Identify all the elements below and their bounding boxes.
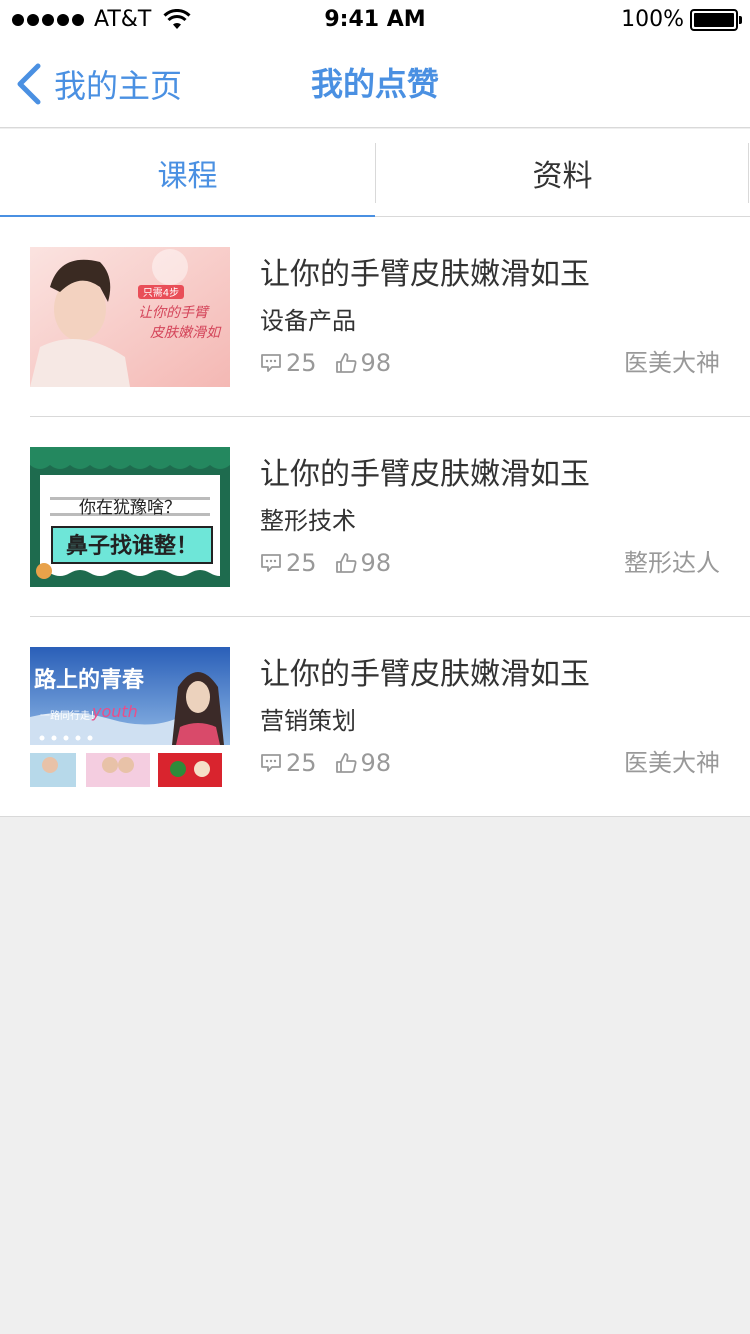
tab-courses[interactable]: 课程 xyxy=(0,129,375,218)
comment-icon xyxy=(261,354,281,372)
status-right: 100% xyxy=(621,7,742,33)
thumbs-up-icon xyxy=(335,553,357,573)
list-item[interactable]: 路上的青春 一路同行走！ youth 让你的手臂皮肤嫩滑如玉 营销策划 25 9… xyxy=(0,617,750,817)
comment-count: 25 xyxy=(260,747,317,779)
list-item[interactable]: 只需4步 让你的手臂 皮肤嫩滑如 让你的手臂皮肤嫩滑如玉 设备产品 25 98 xyxy=(0,217,750,417)
svg-text:鼻子找谁整！: 鼻子找谁整！ xyxy=(66,533,198,559)
tab-divider xyxy=(748,143,749,203)
svg-text:只需4步: 只需4步 xyxy=(143,287,179,299)
item-meta: 25 98 xyxy=(260,747,391,779)
item-author: 医美大神 xyxy=(624,349,720,377)
battery-icon xyxy=(690,9,742,31)
course-thumbnail: 只需4步 让你的手臂 皮肤嫩滑如 xyxy=(30,247,230,387)
tab-divider xyxy=(375,143,376,203)
navigation-bar: 我的主页 我的点赞 xyxy=(0,40,750,128)
comment-count: 25 xyxy=(260,547,317,579)
item-title: 让你的手臂皮肤嫩滑如玉 xyxy=(260,257,590,292)
thumbs-up-icon xyxy=(335,753,357,773)
svg-text:你在犹豫啥？: 你在犹豫啥？ xyxy=(79,498,181,518)
tab-materials[interactable]: 资料 xyxy=(375,129,750,217)
page-title: 我的点赞 xyxy=(310,65,439,103)
comment-count: 25 xyxy=(260,347,317,379)
like-count: 98 xyxy=(335,347,391,379)
comment-icon xyxy=(261,754,281,772)
course-thumbnail: 你在犹豫啥？ 鼻子找谁整！ xyxy=(30,447,230,587)
like-count: 98 xyxy=(335,747,391,779)
item-title: 让你的手臂皮肤嫩滑如玉 xyxy=(260,457,590,492)
battery-percentage: 100% xyxy=(621,7,684,32)
tab-bar: 课程 资料 xyxy=(0,129,750,218)
svg-text:皮肤嫩滑如: 皮肤嫩滑如 xyxy=(150,325,222,341)
item-category: 整形技术 xyxy=(260,507,356,535)
item-category: 设备产品 xyxy=(260,307,356,335)
svg-text:路上的青春: 路上的青春 xyxy=(34,667,144,693)
list-item[interactable]: 你在犹豫啥？ 鼻子找谁整！ 让你的手臂皮肤嫩滑如玉 整形技术 25 98 整形达… xyxy=(0,417,750,617)
item-title: 让你的手臂皮肤嫩滑如玉 xyxy=(260,657,590,692)
like-count: 98 xyxy=(335,547,391,579)
svg-text:让你的手臂: 让你的手臂 xyxy=(138,305,210,321)
liked-list: 只需4步 让你的手臂 皮肤嫩滑如 让你的手臂皮肤嫩滑如玉 设备产品 25 98 xyxy=(0,217,750,817)
comment-icon xyxy=(261,554,281,572)
thumbs-up-icon xyxy=(335,353,357,373)
svg-text:youth: youth xyxy=(91,702,138,721)
status-bar: AT&T 9:41 AM 100% xyxy=(0,0,750,40)
item-category: 营销策划 xyxy=(260,707,356,735)
item-meta: 25 98 xyxy=(260,547,391,579)
item-meta: 25 98 xyxy=(260,347,391,379)
svg-text:一路同行走！: 一路同行走！ xyxy=(40,709,100,722)
item-author: 整形达人 xyxy=(624,549,720,577)
course-thumbnail: 路上的青春 一路同行走！ youth xyxy=(30,647,230,787)
item-author: 医美大神 xyxy=(624,749,720,777)
